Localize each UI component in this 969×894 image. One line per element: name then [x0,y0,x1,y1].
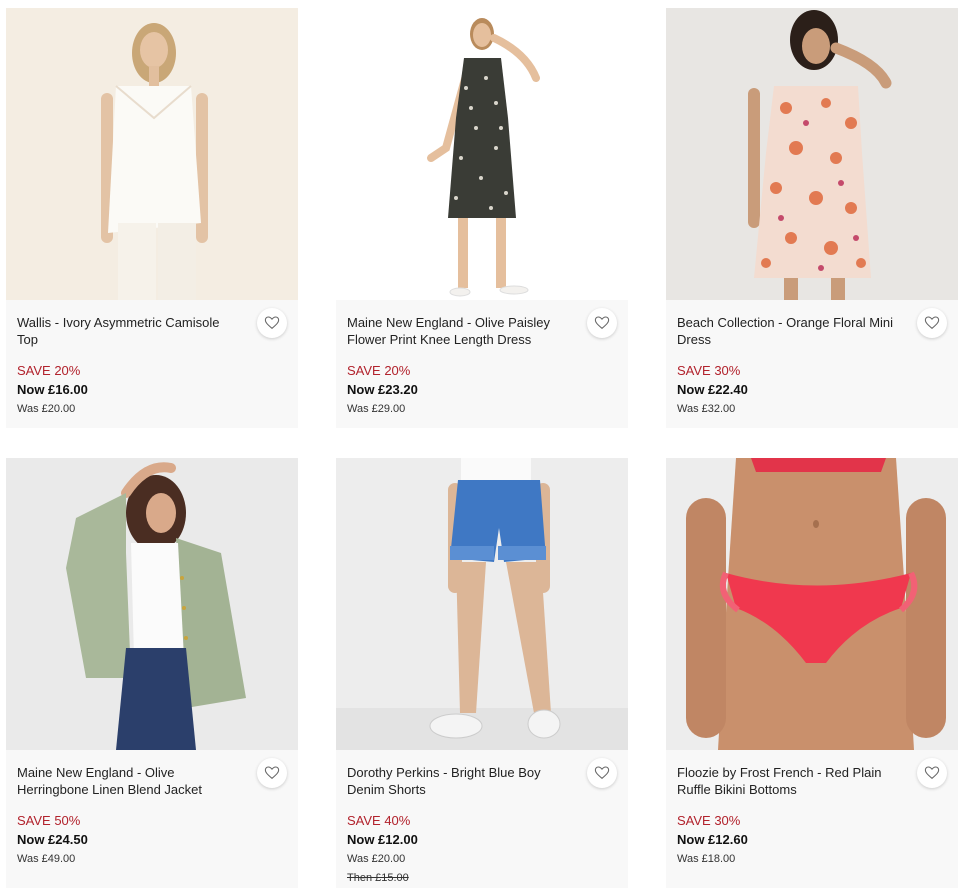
then-price: Then £15.00 [347,872,409,884]
was-price: Was £32.00 [677,403,736,415]
product-card[interactable]: Beach Collection - Orange Floral Mini Dr… [666,8,958,428]
wishlist-button[interactable] [917,308,947,338]
product-image[interactable] [336,458,628,750]
now-price: Now £24.50 [17,832,88,847]
now-price: Now £22.40 [677,382,748,397]
product-image[interactable] [666,8,958,300]
heart-outline-icon [264,766,280,780]
was-price: Was £20.00 [347,853,406,865]
save-percentage: SAVE 40% [347,813,411,828]
save-percentage: SAVE 30% [677,363,741,378]
product-info: Dorothy Perkins - Bright Blue Boy Denim … [336,750,628,887]
now-price: Now £12.60 [677,832,748,847]
now-price: Now £16.00 [17,382,88,397]
now-price: Now £12.00 [347,832,418,847]
product-card[interactable]: Maine New England - Olive Paisley Flower… [336,8,628,428]
product-image[interactable] [6,8,298,300]
wishlist-button[interactable] [257,758,287,788]
now-price: Now £23.20 [347,382,418,397]
save-percentage: SAVE 20% [17,363,81,378]
product-name[interactable]: Floozie by Frost French - Red Plain Ruff… [677,764,899,798]
product-image[interactable] [336,8,628,300]
heart-outline-icon [594,316,610,330]
product-name[interactable]: Beach Collection - Orange Floral Mini Dr… [677,314,899,348]
heart-outline-icon [924,316,940,330]
product-image[interactable] [6,458,298,750]
product-card[interactable]: Floozie by Frost French - Red Plain Ruff… [666,458,958,888]
was-price: Was £29.00 [347,403,406,415]
product-info: Maine New England - Olive Paisley Flower… [336,300,628,418]
heart-outline-icon [264,316,280,330]
product-name[interactable]: Wallis - Ivory Asymmetric Camisole Top [17,314,239,348]
product-card[interactable]: Maine New England - Olive Herringbone Li… [6,458,298,888]
product-name[interactable]: Maine New England - Olive Paisley Flower… [347,314,569,348]
save-percentage: SAVE 30% [677,813,741,828]
save-percentage: SAVE 20% [347,363,411,378]
was-price: Was £18.00 [677,853,736,865]
product-grid: Wallis - Ivory Asymmetric Camisole Top S… [0,0,969,894]
was-price: Was £20.00 [17,403,76,415]
heart-outline-icon [924,766,940,780]
product-info: Floozie by Frost French - Red Plain Ruff… [666,750,958,868]
product-card[interactable]: Dorothy Perkins - Bright Blue Boy Denim … [336,458,628,888]
save-percentage: SAVE 50% [17,813,81,828]
product-name[interactable]: Maine New England - Olive Herringbone Li… [17,764,239,798]
product-info: Beach Collection - Orange Floral Mini Dr… [666,300,958,418]
heart-outline-icon [594,766,610,780]
was-price: Was £49.00 [17,853,76,865]
wishlist-button[interactable] [257,308,287,338]
product-card[interactable]: Wallis - Ivory Asymmetric Camisole Top S… [6,8,298,428]
product-info: Maine New England - Olive Herringbone Li… [6,750,298,868]
wishlist-button[interactable] [587,758,617,788]
product-name[interactable]: Dorothy Perkins - Bright Blue Boy Denim … [347,764,569,798]
wishlist-button[interactable] [587,308,617,338]
wishlist-button[interactable] [917,758,947,788]
product-info: Wallis - Ivory Asymmetric Camisole Top S… [6,300,298,418]
product-image[interactable] [666,458,958,750]
